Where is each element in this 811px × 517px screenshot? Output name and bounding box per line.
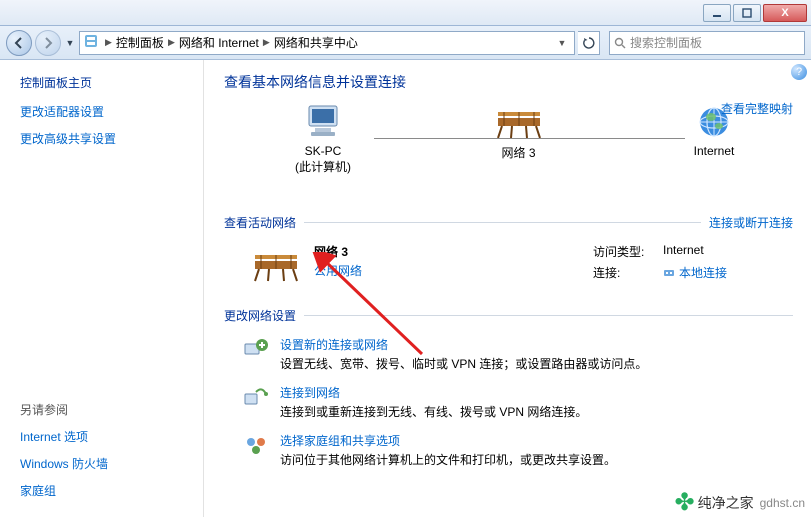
homegroup-icon bbox=[242, 432, 270, 460]
crumb-mid[interactable]: 网络和 Internet bbox=[179, 34, 259, 51]
setup-connection-icon bbox=[242, 336, 270, 364]
refresh-icon bbox=[583, 37, 595, 49]
active-network-title: 查看活动网络 连接或断开连接 bbox=[224, 214, 793, 231]
computer-icon bbox=[268, 102, 378, 142]
sidebar-link-adapter[interactable]: 更改适配器设置 bbox=[20, 103, 195, 120]
active-network-title-text: 查看活动网络 bbox=[224, 214, 296, 231]
page-heading: 查看基本网络信息并设置连接 bbox=[224, 72, 793, 92]
refresh-button[interactable] bbox=[578, 31, 600, 55]
minimize-button[interactable] bbox=[703, 4, 731, 22]
arrow-left-icon bbox=[13, 37, 25, 49]
local-connection-text: 本地连接 bbox=[679, 264, 727, 281]
control-panel-icon bbox=[84, 34, 98, 51]
chevron-right-icon: ▶ bbox=[164, 37, 179, 48]
watermark-sub: gdhst.cn bbox=[760, 496, 805, 510]
map-item-network: 网络 3 bbox=[464, 102, 574, 161]
window-titlebar: X bbox=[0, 0, 811, 26]
maximize-button[interactable] bbox=[733, 4, 761, 22]
change-settings-title: 更改网络设置 bbox=[224, 307, 793, 324]
access-type-value: Internet bbox=[663, 243, 704, 260]
sidebar-see-also-label: 另请参阅 bbox=[20, 401, 195, 418]
view-full-map-link[interactable]: 查看完整映射 bbox=[721, 100, 793, 117]
back-button[interactable] bbox=[6, 30, 32, 56]
forward-button[interactable] bbox=[35, 30, 61, 56]
close-button[interactable]: X bbox=[763, 4, 807, 22]
history-dropdown-icon[interactable]: ▼ bbox=[64, 38, 76, 48]
connection-label: 连接: bbox=[593, 264, 663, 281]
search-input[interactable]: 搜索控制面板 bbox=[609, 31, 805, 55]
homegroup-item: 选择家庭组和共享选项 访问位于其他网络计算机上的文件和打印机，或更改共享设置。 bbox=[224, 424, 793, 472]
sidebar: 控制面板主页 更改适配器设置 更改高级共享设置 另请参阅 Internet 选项… bbox=[0, 60, 204, 517]
address-dropdown-icon[interactable]: ▼ bbox=[554, 38, 570, 48]
chevron-right-icon: ▶ bbox=[259, 37, 274, 48]
chevron-right-icon: ▶ bbox=[101, 37, 116, 48]
content-area: ? 查看基本网络信息并设置连接 查看完整映射 SK-PC (此计算机) bbox=[204, 60, 811, 517]
map-line bbox=[374, 138, 685, 139]
map-inet-name: Internet bbox=[659, 144, 769, 158]
sidebar-also-firewall[interactable]: Windows 防火墙 bbox=[20, 455, 195, 472]
watermark-text: 纯净之家 bbox=[698, 493, 754, 513]
map-pc-sub: (此计算机) bbox=[268, 158, 378, 175]
network-adapter-icon bbox=[663, 267, 675, 279]
address-bar: ▼ ▶ 控制面板 ▶ 网络和 Internet ▶ 网络和共享中心 ▼ 搜索控制… bbox=[0, 26, 811, 60]
sidebar-also-homegroup[interactable]: 家庭组 bbox=[20, 482, 195, 499]
bench-icon bbox=[248, 243, 304, 283]
crumb-leaf[interactable]: 网络和共享中心 bbox=[274, 34, 358, 51]
crumb-root[interactable]: 控制面板 bbox=[116, 34, 164, 51]
sidebar-also-internet[interactable]: Internet 选项 bbox=[20, 428, 195, 445]
homegroup-desc: 访问位于其他网络计算机上的文件和打印机，或更改共享设置。 bbox=[280, 451, 616, 468]
search-icon bbox=[614, 37, 626, 49]
active-network-box: 网络 3 公用网络 访问类型: Internet 连接: 本地连接 bbox=[224, 231, 793, 299]
network-type-link[interactable]: 公用网络 bbox=[314, 262, 362, 279]
bench-icon bbox=[464, 102, 574, 142]
disconnect-link[interactable]: 连接或断开连接 bbox=[709, 214, 793, 231]
connect-network-link[interactable]: 连接到网络 bbox=[280, 384, 587, 401]
local-connection-link[interactable]: 本地连接 bbox=[663, 264, 727, 281]
access-type-label: 访问类型: bbox=[593, 243, 663, 260]
active-net-name: 网络 3 bbox=[314, 243, 362, 260]
clover-icon: ✤ bbox=[675, 498, 695, 508]
arrow-right-icon bbox=[42, 37, 54, 49]
connect-network-item: 连接到网络 连接到或重新连接到无线、有线、拨号或 VPN 网络连接。 bbox=[224, 376, 793, 424]
sidebar-link-sharing[interactable]: 更改高级共享设置 bbox=[20, 130, 195, 147]
help-icon[interactable]: ? bbox=[791, 64, 807, 80]
connect-network-desc: 连接到或重新连接到无线、有线、拨号或 VPN 网络连接。 bbox=[280, 403, 587, 420]
sidebar-title: 控制面板主页 bbox=[20, 74, 195, 91]
setup-connection-link[interactable]: 设置新的连接或网络 bbox=[280, 336, 647, 353]
breadcrumb[interactable]: ▶ 控制面板 ▶ 网络和 Internet ▶ 网络和共享中心 ▼ bbox=[79, 31, 575, 55]
search-placeholder: 搜索控制面板 bbox=[630, 34, 702, 51]
setup-connection-desc: 设置无线、宽带、拨号、临时或 VPN 连接；或设置路由器或访问点。 bbox=[280, 355, 647, 372]
watermark: ✤ 纯净之家 gdhst.cn bbox=[675, 493, 805, 513]
map-net-name: 网络 3 bbox=[464, 144, 574, 161]
map-item-pc: SK-PC (此计算机) bbox=[268, 102, 378, 175]
connect-network-icon bbox=[242, 384, 270, 412]
setup-connection-item: 设置新的连接或网络 设置无线、宽带、拨号、临时或 VPN 连接；或设置路由器或访… bbox=[224, 328, 793, 376]
change-settings-title-text: 更改网络设置 bbox=[224, 307, 296, 324]
homegroup-link[interactable]: 选择家庭组和共享选项 bbox=[280, 432, 616, 449]
map-pc-name: SK-PC bbox=[268, 144, 378, 158]
